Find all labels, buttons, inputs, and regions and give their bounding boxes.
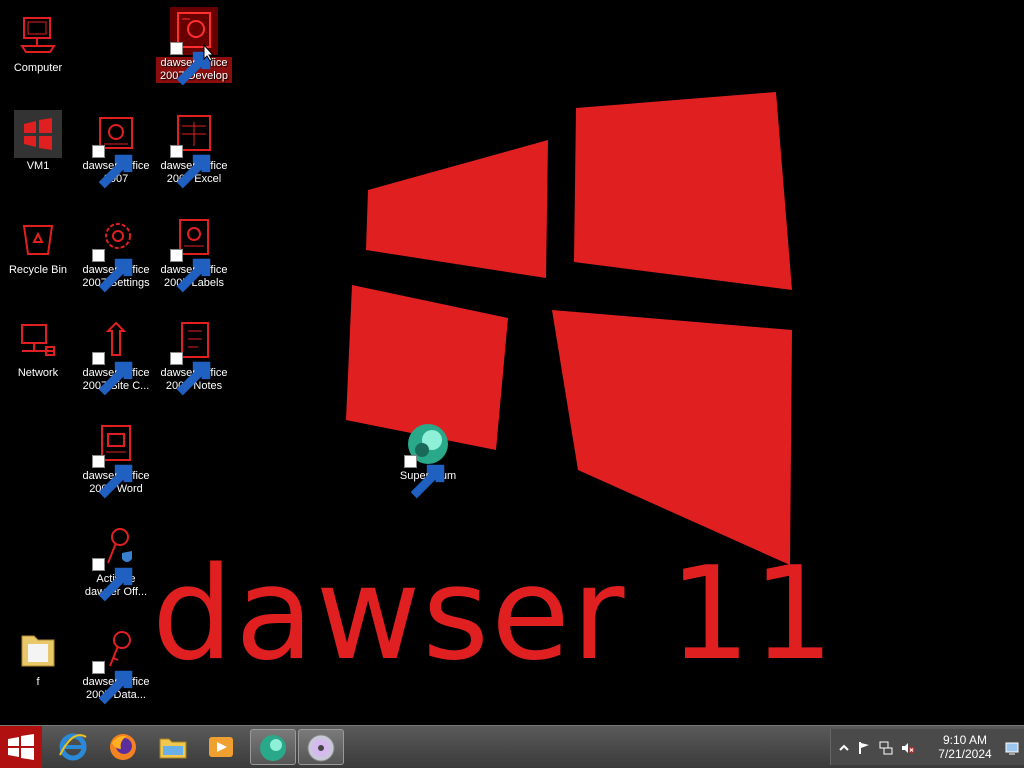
start-icon (8, 734, 34, 760)
supermium-taskbar-icon (260, 735, 286, 761)
desktop-icon-site[interactable]: dawser Office 2007 Site C... (78, 313, 154, 396)
shortcut-arrow-icon (92, 352, 133, 396)
shortcut-arrow-icon (170, 352, 211, 396)
folder-icon (14, 626, 62, 674)
desktop-icon-settings[interactable]: dawser Office 2007 Settings (78, 210, 154, 293)
shortcut-arrow-icon (92, 661, 133, 705)
shortcut-arrow-icon (170, 249, 211, 293)
wallpaper-title: dawser 11 (152, 540, 836, 689)
shortcut-arrow-icon (404, 455, 445, 499)
office-icon (92, 110, 140, 189)
desktop-icon-network[interactable]: Network (0, 313, 76, 380)
desktop-icon-office[interactable]: dawser Office 2007 (78, 106, 154, 189)
network-tray-icon[interactable] (879, 741, 893, 755)
desktop-icon-notes[interactable]: dawser Office 2007 Notes (156, 313, 232, 396)
site-icon (92, 317, 140, 396)
shortcut-arrow-icon (92, 249, 133, 293)
media-player-icon (209, 737, 233, 757)
desktop-icon-computer[interactable]: Computer (0, 8, 76, 75)
taskbar: 9:10 AM 7/21/2024 (0, 725, 1024, 768)
start-button[interactable] (0, 726, 42, 768)
shortcut-arrow-icon (92, 145, 133, 189)
chevron-up-icon[interactable] (837, 741, 851, 755)
flag-icon[interactable] (857, 741, 871, 755)
desktop-icon-data[interactable]: dawser Office 2007 Data... (78, 622, 154, 705)
clock-date: 7/21/2024 (938, 747, 992, 761)
taskbar-firefox[interactable] (100, 729, 146, 765)
labels-icon (170, 214, 218, 293)
icon-label: Network (17, 367, 59, 379)
icon-label: VM1 (26, 160, 50, 172)
desktop-icon-labels[interactable]: dawser Office 2007 Labels (156, 210, 232, 293)
notes-icon (170, 317, 218, 396)
clock[interactable]: 9:10 AM 7/21/2024 (927, 733, 1003, 761)
desktop-icon-vm1[interactable]: VM1 (0, 106, 76, 173)
shortcut-arrow-icon (170, 145, 211, 189)
icon-label: Computer (13, 62, 63, 74)
volume-muted-icon[interactable] (901, 741, 915, 755)
clock-time: 9:10 AM (942, 733, 988, 747)
desktop-icon-supermium[interactable]: Supermium (390, 416, 466, 499)
recycle-bin-icon (14, 214, 62, 262)
data-key-icon (92, 626, 140, 705)
dvd-icon (307, 734, 335, 762)
network-icon (14, 317, 62, 365)
show-desktop-icon[interactable] (1005, 741, 1021, 755)
computer-icon (14, 12, 62, 60)
icon-label: f (36, 676, 40, 688)
firefox-icon (110, 734, 136, 760)
settings-icon (92, 214, 140, 293)
shortcut-arrow-icon (92, 455, 133, 499)
taskbar-media-player[interactable] (198, 729, 244, 765)
vm-icon (14, 110, 62, 158)
system-tray: 9:10 AM 7/21/2024 (830, 729, 1024, 765)
taskbar-internet-explorer[interactable] (50, 729, 96, 765)
excel-icon (170, 110, 218, 189)
word-icon (92, 420, 140, 499)
desktop-icon-word[interactable]: dawser Office 2007 Word (78, 416, 154, 499)
file-explorer-icon (159, 738, 187, 759)
activate-key-icon (92, 523, 140, 602)
taskbar-file-explorer[interactable] (150, 729, 196, 765)
shortcut-arrow-icon (170, 42, 211, 86)
desktop-icon-office-develop[interactable]: dawser Office 2007 Develop (156, 3, 232, 86)
supermium-icon (404, 420, 452, 499)
taskbar-supermium[interactable] (250, 729, 296, 765)
icon-label: Recycle Bin (8, 264, 68, 276)
desktop-icon-excel[interactable]: dawser Office 2007 Excel (156, 106, 232, 189)
mouse-cursor-icon (203, 44, 215, 62)
desktop-icon-recycle-bin[interactable]: Recycle Bin (0, 210, 76, 277)
taskbar-dvd[interactable] (298, 729, 344, 765)
shortcut-arrow-icon (92, 558, 133, 602)
internet-explorer-icon (59, 733, 87, 761)
desktop-icon-activate[interactable]: Activate dawser Off... (78, 519, 154, 602)
desktop-icon-folder-f[interactable]: f (0, 622, 76, 689)
